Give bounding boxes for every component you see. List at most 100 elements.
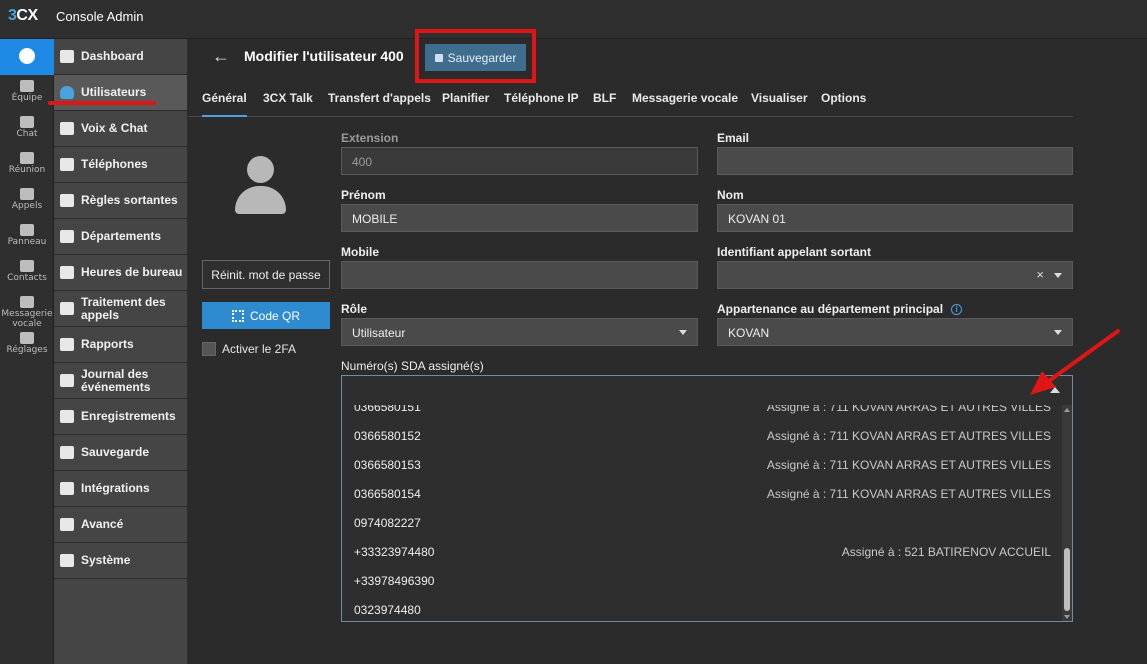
rail-item-4[interactable]: Panneau <box>0 224 54 247</box>
user-avatar <box>233 156 288 218</box>
first-name-field[interactable]: MOBILE <box>341 204 698 232</box>
rail-item-0[interactable]: Équipe <box>0 80 54 103</box>
role-label: Rôle <box>341 302 368 316</box>
sidebar-item-label: Enregistrements <box>81 409 176 423</box>
sidebar-item-label: Téléphones <box>81 157 148 171</box>
sidebar-nav: Dashboard Utilisateurs Voix & Chat Téléphon… <box>54 39 187 664</box>
enable-2fa-checkbox[interactable]: Activer le 2FA <box>202 342 296 356</box>
wrench-icon <box>60 554 74 567</box>
mobile-label: Mobile <box>341 245 379 259</box>
sidebar-item-4[interactable]: Règles sortantes <box>54 183 187 219</box>
sda-option[interactable]: 0366580152 Assigné à : 711 KOVAN ARRAS ET… <box>342 421 1061 450</box>
first-name-label: Prénom <box>341 188 386 202</box>
sidebar-item-5[interactable]: Départements <box>54 219 187 255</box>
sidebar-item-6[interactable]: Heures de bureau <box>54 255 187 291</box>
rail-item-1[interactable]: Chat <box>0 116 54 139</box>
clear-icon[interactable]: × <box>1036 267 1044 282</box>
checkbox-icon <box>202 342 216 356</box>
sidebar-item-13[interactable]: Avancé <box>54 507 187 543</box>
top-bar: 3CX Console Admin <box>0 0 1147 39</box>
panel-icon <box>20 224 34 236</box>
sidebar-item-label: Rapports <box>81 337 134 351</box>
home-rail-button[interactable] <box>0 39 54 75</box>
sidebar-item-9[interactable]: Journal des événements <box>54 363 187 399</box>
qr-code-button[interactable]: Code QR <box>202 302 330 329</box>
sidebar-item-2[interactable]: Voix & Chat <box>54 111 187 147</box>
report-icon <box>60 338 74 351</box>
sidebar-item-label: Heures de bureau <box>81 265 183 279</box>
sidebar-item-label: Sauvegarde <box>81 445 150 459</box>
info-icon[interactable]: i <box>951 304 963 315</box>
tab-6[interactable]: Messagerie vocale <box>632 91 738 117</box>
chevron-down-icon <box>1054 273 1062 278</box>
sidebar-item-label: Intégrations <box>81 481 150 495</box>
sidebar-item-label: Système <box>81 553 131 567</box>
dropdown-scrollbar[interactable] <box>1062 405 1072 621</box>
chat-icon <box>20 116 34 128</box>
sidebar-item-8[interactable]: Rapports <box>54 327 187 363</box>
department-label: Appartenance au département principal i <box>717 302 963 316</box>
rail-item-2[interactable]: Réunion <box>0 152 54 175</box>
sidebar-item-11[interactable]: Sauvegarde <box>54 435 187 471</box>
last-name-field[interactable]: KOVAN 01 <box>717 204 1073 232</box>
app-title: Console Admin <box>56 9 144 24</box>
email-label: Email <box>717 131 750 145</box>
phone-icon <box>60 302 74 315</box>
3cx-logo[interactable]: 3CX <box>8 7 38 25</box>
clock-icon <box>60 266 74 279</box>
extension-field: 400 <box>341 147 698 175</box>
sidebar-item-12[interactable]: Intégrations <box>54 471 187 507</box>
rail-item-5[interactable]: Contacts <box>0 260 54 283</box>
page-title: Modifier l'utilisateur 400 <box>244 48 404 64</box>
sidebar-item-7[interactable]: Traitement des appels <box>54 291 187 327</box>
sidebar-item-0[interactable]: Dashboard <box>54 39 187 75</box>
rail-item-6[interactable]: Messagerie vocale <box>0 296 54 329</box>
history-icon <box>20 188 34 200</box>
tab-2[interactable]: Transfert d'appels <box>328 91 431 117</box>
sda-option[interactable]: 0323974480 <box>342 595 1061 621</box>
sda-option[interactable]: +33978496390 <box>342 566 1061 595</box>
sda-option[interactable]: 0366580154 Assigné à : 711 KOVAN ARRAS ET… <box>342 479 1061 508</box>
caller-id-select[interactable]: × <box>717 261 1073 289</box>
sda-option[interactable]: 0366580153 Assigné à : 711 KOVAN ARRAS ET… <box>342 450 1061 479</box>
history-icon <box>60 374 74 387</box>
sda-multiselect-input[interactable] <box>341 375 1073 406</box>
sidebar-item-label: Utilisateurs <box>81 85 147 99</box>
extension-label: Extension <box>341 131 399 145</box>
sidebar-item-3[interactable]: Téléphones <box>54 147 187 183</box>
mail-icon <box>20 296 34 308</box>
mobile-field[interactable] <box>341 261 698 289</box>
sidebar-item-1[interactable]: Utilisateurs <box>54 75 187 111</box>
tab-7[interactable]: Visualiser <box>751 91 807 117</box>
tab-5[interactable]: BLF <box>593 91 616 117</box>
tab-0[interactable]: Général <box>202 91 247 117</box>
reset-password-button[interactable]: Réinit. mot de passe <box>202 260 330 289</box>
sda-option[interactable]: +33323974480 Assigné à : 521 BATIRENOV AC… <box>342 537 1061 566</box>
sda-option[interactable]: 0974082227 <box>342 508 1061 537</box>
sda-dropdown-list[interactable]: 0366580151 Assigné à : 711 KOVAN ARRAS ET… <box>341 405 1073 622</box>
rail-item-3[interactable]: Appels <box>0 188 54 211</box>
phones-icon <box>60 158 74 171</box>
sidebar-item-14[interactable]: Système <box>54 543 187 579</box>
chevron-down-icon <box>679 330 687 335</box>
puzzle-icon <box>60 482 74 495</box>
annotation-arrow <box>1030 329 1120 395</box>
rail-item-7[interactable]: Réglages <box>0 332 54 355</box>
tab-1[interactable]: 3CX Talk <box>263 91 313 117</box>
tab-3[interactable]: Planifier <box>442 91 489 117</box>
tab-8[interactable]: Options <box>821 91 866 117</box>
globe-icon <box>60 122 74 135</box>
sidebar-item-label: Journal des événements <box>81 366 151 394</box>
app-rail: Équipe Chat Réunion Appels Panneau Contacts Me… <box>0 39 54 664</box>
caller-id-label: Identifiant appelant sortant <box>717 245 872 259</box>
qr-icon <box>231 309 244 322</box>
sidebar-item-10[interactable]: Enregistrements <box>54 399 187 435</box>
sda-option[interactable]: 0366580151 Assigné à : 711 KOVAN ARRAS ET… <box>342 405 1061 421</box>
annotation-underline <box>48 101 156 105</box>
back-arrow-icon[interactable]: ← <box>212 46 230 67</box>
email-field[interactable] <box>717 147 1073 175</box>
scrollbar-thumb[interactable] <box>1064 548 1070 611</box>
archive-icon <box>60 446 74 459</box>
tab-4[interactable]: Téléphone IP <box>504 91 579 117</box>
role-select[interactable]: Utilisateur <box>341 318 698 346</box>
